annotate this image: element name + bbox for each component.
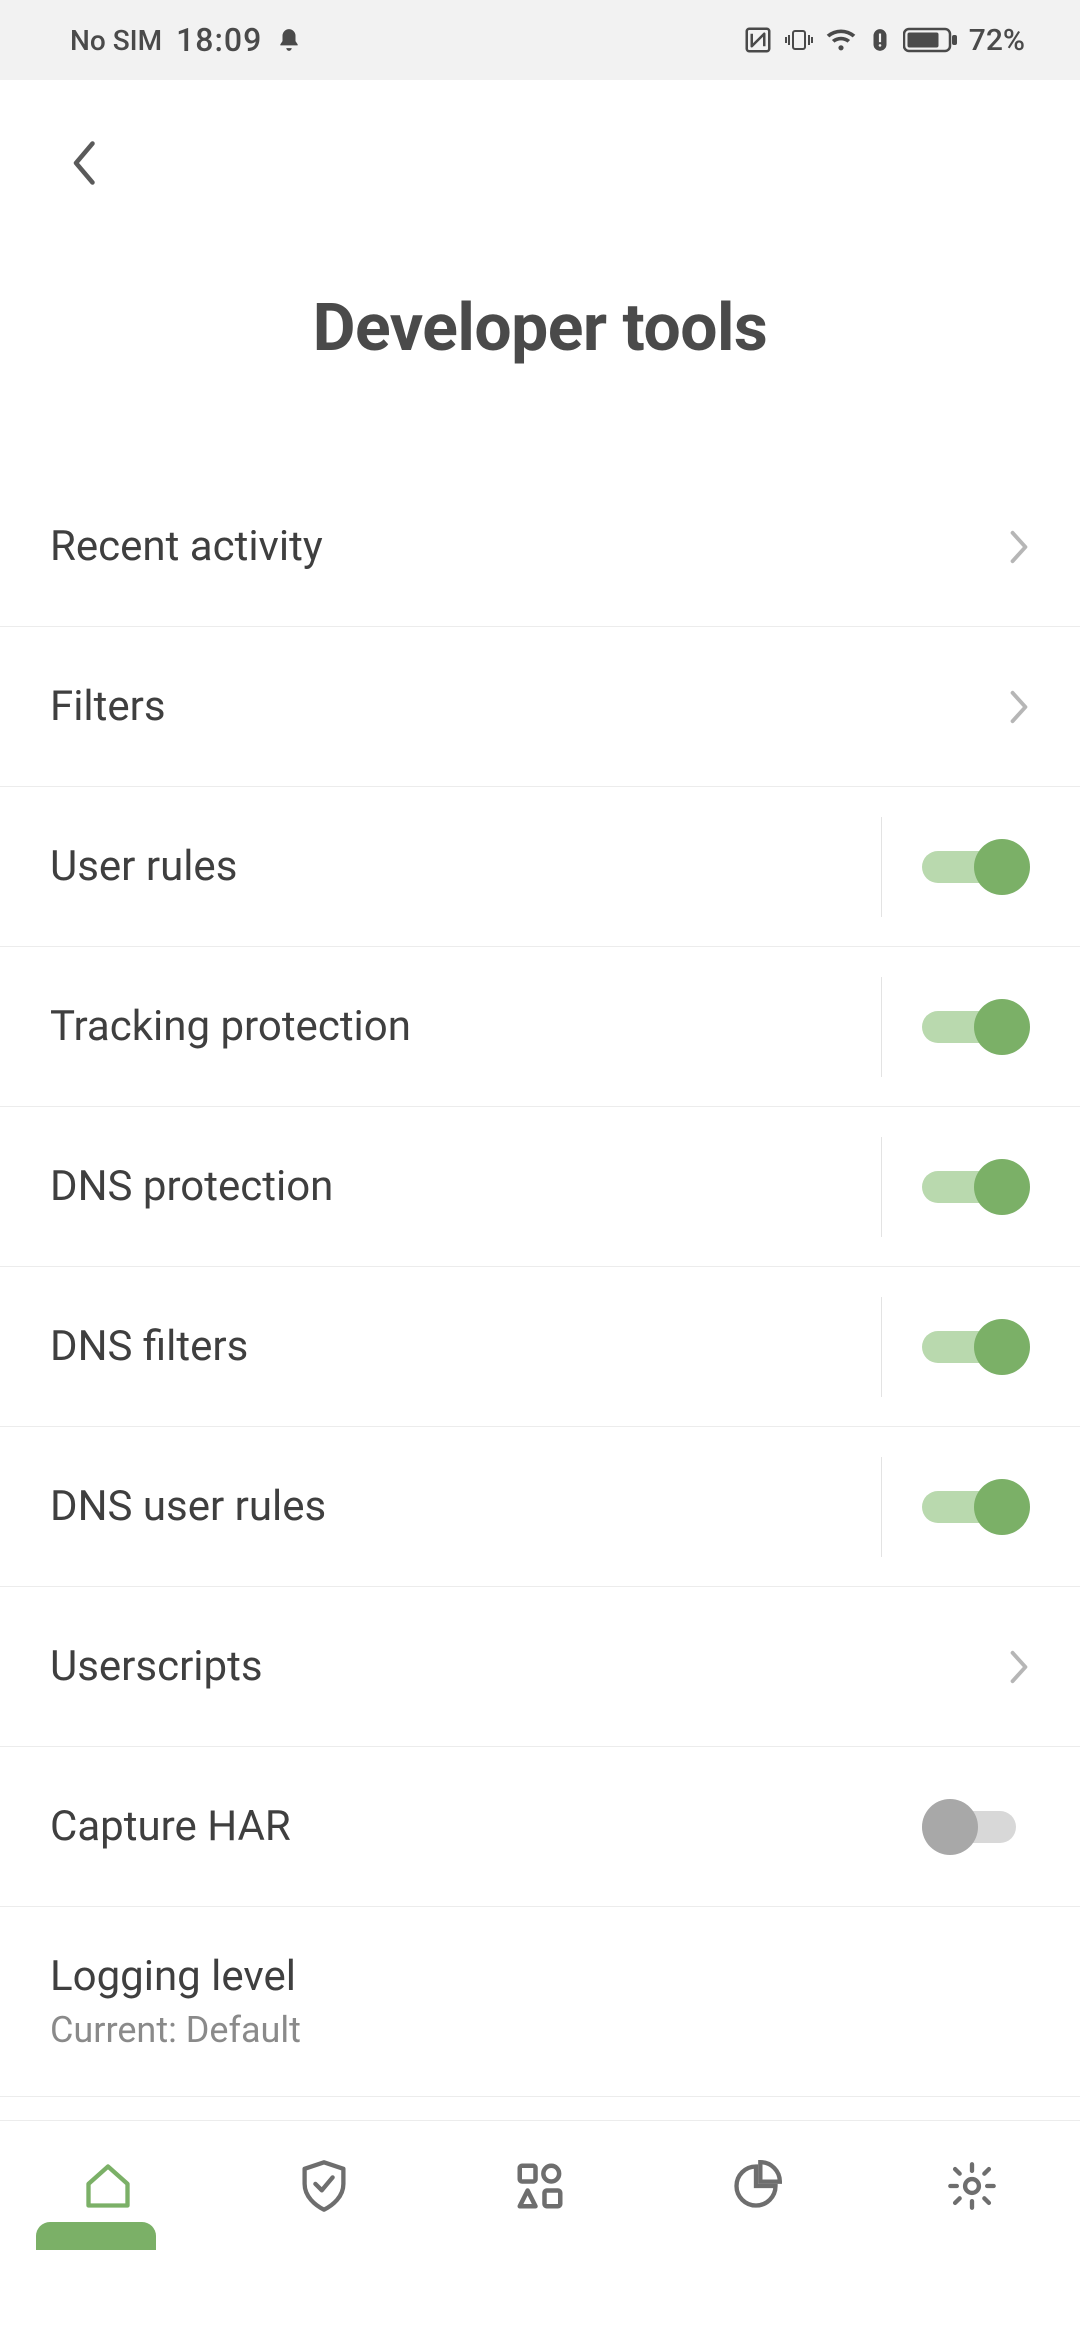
chevron-right-icon — [1008, 1649, 1030, 1685]
row-label: User rules — [50, 842, 237, 891]
toggle-dns-protection[interactable] — [922, 1157, 1030, 1217]
row-sublabel: Current: Default — [50, 2009, 301, 2051]
toggle-user-rules[interactable] — [922, 837, 1030, 897]
toggle-wrap — [881, 1457, 1030, 1557]
status-no-sim: No SIM — [70, 24, 162, 57]
nav-apps[interactable] — [505, 2151, 575, 2221]
vertical-separator — [881, 817, 882, 917]
pie-chart-icon — [730, 2160, 782, 2212]
gear-icon — [946, 2160, 998, 2212]
toggle-wrap — [881, 977, 1030, 1077]
row-label: Logging level — [50, 1952, 301, 2001]
nav-protection[interactable] — [289, 2151, 359, 2221]
back-button[interactable] — [55, 135, 115, 195]
bell-icon — [276, 25, 302, 55]
status-right: 72% — [743, 23, 1025, 58]
toggle-wrap — [922, 1797, 1030, 1857]
home-icon — [82, 2160, 134, 2212]
toggle-wrap — [881, 1297, 1030, 1397]
nfc-icon — [743, 25, 773, 55]
row-label: Filters — [50, 682, 166, 731]
row-userscripts[interactable]: Userscripts — [0, 1587, 1080, 1747]
row-tracking-protection[interactable]: Tracking protection — [0, 947, 1080, 1107]
row-filters[interactable]: Filters — [0, 627, 1080, 787]
vertical-separator — [881, 1457, 882, 1557]
chevron-left-icon — [70, 139, 100, 191]
settings-list: Recent activity Filters User rules Track… — [0, 467, 1080, 2097]
toggle-wrap — [881, 817, 1030, 917]
toggle-capture-har[interactable] — [922, 1797, 1030, 1857]
row-label-group: Logging level Current: Default — [50, 1952, 301, 2051]
alert-icon — [867, 25, 893, 55]
vertical-separator — [881, 1137, 882, 1237]
chevron-right-icon — [1008, 529, 1030, 565]
row-label: DNS protection — [50, 1162, 333, 1211]
row-capture-har[interactable]: Capture HAR — [0, 1747, 1080, 1907]
row-dns-user-rules[interactable]: DNS user rules — [0, 1427, 1080, 1587]
row-logging-level[interactable]: Logging level Current: Default — [0, 1907, 1080, 2097]
toggle-dns-user-rules[interactable] — [922, 1477, 1030, 1537]
vibrate-icon — [783, 25, 815, 55]
toggle-wrap — [881, 1137, 1030, 1237]
vertical-separator — [881, 1297, 882, 1397]
battery-icon — [903, 26, 959, 54]
bottom-nav — [0, 2120, 1080, 2250]
shapes-icon — [513, 2159, 567, 2213]
wifi-icon — [825, 27, 857, 53]
chevron-right-icon — [1008, 689, 1030, 725]
row-label: DNS filters — [50, 1322, 248, 1371]
row-user-rules[interactable]: User rules — [0, 787, 1080, 947]
row-dns-protection[interactable]: DNS protection — [0, 1107, 1080, 1267]
status-left: No SIM 18:09 — [70, 21, 302, 59]
status-bar: No SIM 18:09 72% — [0, 0, 1080, 80]
row-label: DNS user rules — [50, 1482, 326, 1531]
row-recent-activity[interactable]: Recent activity — [0, 467, 1080, 627]
app-bar — [0, 80, 1080, 250]
nav-home[interactable] — [73, 2151, 143, 2221]
page-title: Developer tools — [0, 290, 1080, 367]
toggle-dns-filters[interactable] — [922, 1317, 1030, 1377]
status-time: 18:09 — [176, 21, 262, 59]
row-label: Tracking protection — [50, 1002, 411, 1051]
row-label: Recent activity — [50, 522, 323, 571]
row-label: Userscripts — [50, 1642, 263, 1691]
nav-active-indicator — [36, 2222, 156, 2250]
row-dns-filters[interactable]: DNS filters — [0, 1267, 1080, 1427]
vertical-separator — [881, 977, 882, 1077]
row-label: Capture HAR — [50, 1802, 291, 1851]
nav-settings[interactable] — [937, 2151, 1007, 2221]
toggle-tracking-protection[interactable] — [922, 997, 1030, 1057]
status-battery-pct: 72% — [969, 23, 1025, 58]
shield-check-icon — [298, 2158, 350, 2214]
nav-stats[interactable] — [721, 2151, 791, 2221]
